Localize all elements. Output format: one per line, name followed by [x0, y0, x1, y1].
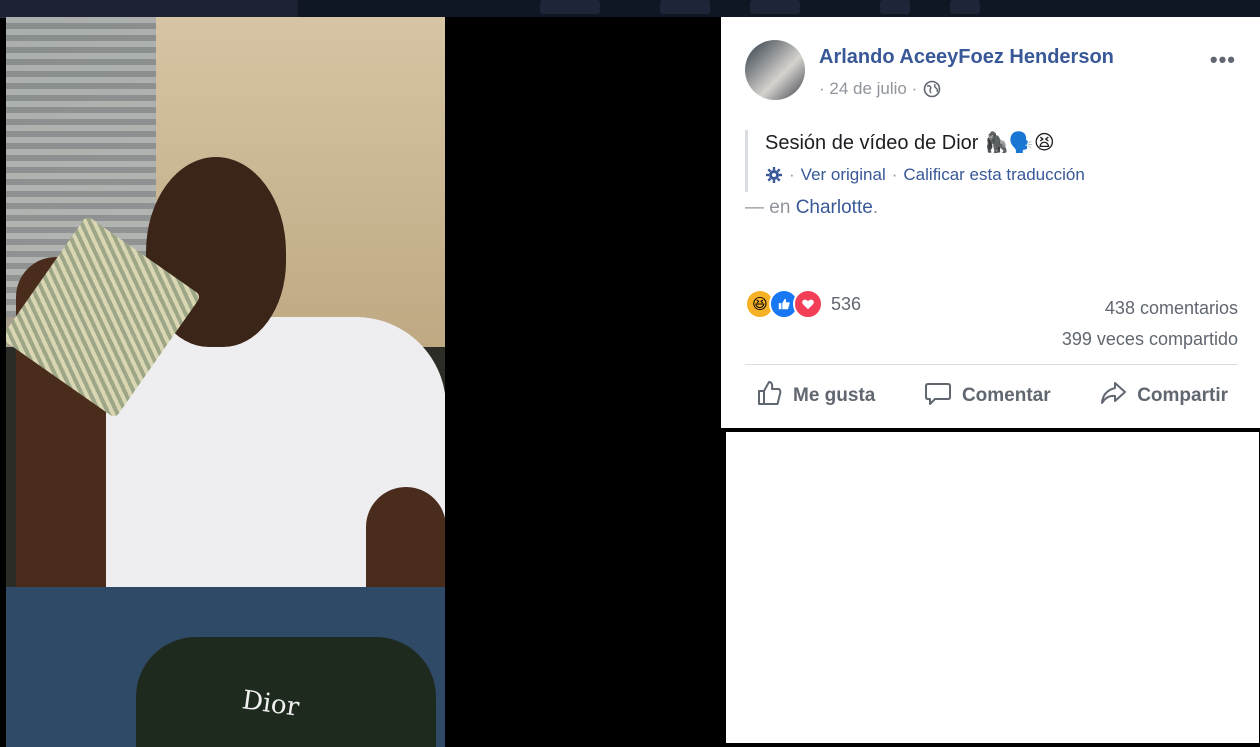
comment-icon — [924, 379, 952, 413]
post-card: Arlando AceeyFoez Henderson · 24 de juli… — [721, 17, 1260, 428]
rate-translation-link[interactable]: Calificar esta traducción — [903, 165, 1084, 185]
post-actions: Me gusta Comentar Compartir — [745, 375, 1238, 417]
comments-count[interactable]: 438 comentarios — [1062, 293, 1238, 324]
love-reaction-icon — [793, 289, 823, 319]
like-button[interactable]: Me gusta — [745, 375, 885, 417]
like-label: Me gusta — [793, 385, 876, 406]
shares-count[interactable]: 399 veces compartido — [1062, 324, 1238, 355]
location-link[interactable]: Charlotte — [796, 197, 873, 218]
more-options-icon[interactable]: ••• — [1210, 47, 1236, 73]
separator-dot: · — [789, 165, 795, 184]
post-meta: · 24 de julio · — [819, 79, 941, 99]
avatar[interactable] — [745, 40, 805, 100]
globe-icon — [923, 80, 941, 98]
author-name[interactable]: Arlando AceeyFoez Henderson — [819, 46, 1114, 69]
search-bar[interactable] — [0, 0, 298, 18]
nav-item-profile[interactable] — [540, 0, 600, 14]
reaction-count: 536 — [831, 293, 862, 314]
share-label: Compartir — [1137, 385, 1228, 406]
location-suffix: . — [872, 197, 879, 218]
divider — [745, 364, 1238, 365]
separator-dot: · — [891, 165, 898, 184]
post-stats: 438 comentarios 399 veces compartido — [1062, 293, 1238, 355]
location-prefix: — en — [745, 197, 791, 218]
gear-icon[interactable] — [765, 166, 783, 184]
post-date[interactable]: · 24 de julio · — [819, 79, 917, 99]
see-original-link[interactable]: Ver original — [801, 165, 886, 185]
translated-text-block: Sesión de vídeo de Dior 🦍🗣️😫 · Ver origi… — [745, 130, 1085, 192]
nav-item-create[interactable] — [750, 0, 800, 14]
thumbs-up-icon — [755, 379, 783, 413]
share-icon — [1099, 379, 1127, 413]
comment-label: Comentar — [961, 385, 1051, 406]
nav-item-messages[interactable] — [950, 0, 980, 14]
location-line: — en Charlotte. — [745, 197, 878, 219]
top-navigation-bar — [0, 0, 1260, 18]
share-button[interactable]: Compartir — [1089, 375, 1238, 417]
comment-button[interactable]: Comentar — [914, 375, 1061, 417]
post-text: Sesión de vídeo de Dior 🦍🗣️😫 — [765, 132, 1055, 154]
reactions-summary[interactable]: 😆 536 — [745, 289, 861, 319]
post-photo[interactable]: Dior — [6, 17, 445, 747]
nav-item-notifications[interactable] — [880, 0, 910, 14]
nav-item-home[interactable] — [660, 0, 710, 14]
comments-panel — [726, 432, 1259, 743]
